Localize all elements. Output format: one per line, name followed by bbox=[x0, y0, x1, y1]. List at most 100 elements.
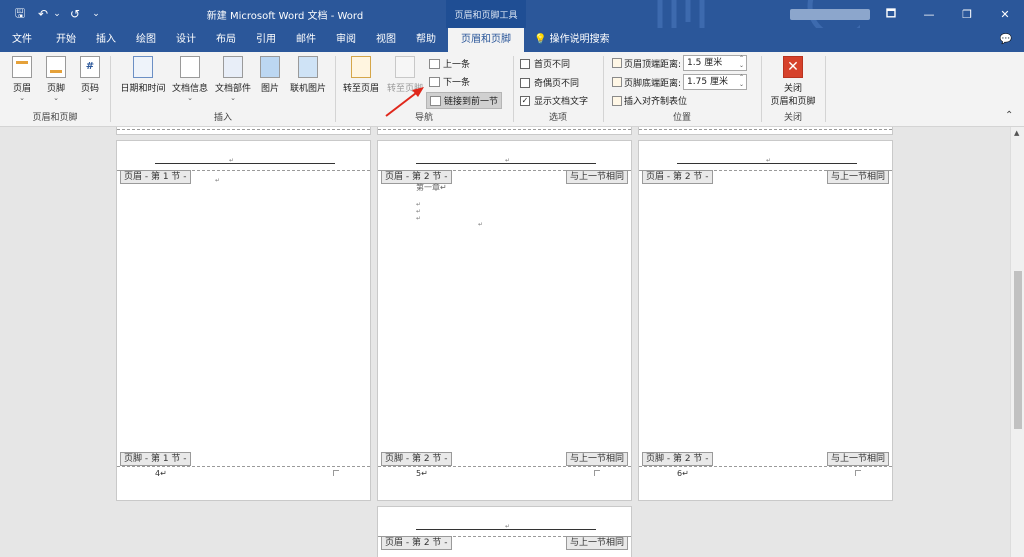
ribbon-display-options-icon[interactable]: 🗖 bbox=[872, 0, 910, 28]
comments-icon[interactable]: 💬 bbox=[994, 28, 1018, 52]
document-info-label: 文档信息 bbox=[171, 84, 208, 94]
different-first-page-checkbox[interactable]: 首页不同 bbox=[520, 57, 570, 70]
link-to-previous-button[interactable]: 链接到前一节 bbox=[426, 92, 503, 109]
vertical-scrollbar[interactable]: ▲ bbox=[1010, 127, 1024, 557]
header-label: 页眉 bbox=[12, 84, 31, 94]
group-title-options: 选项 bbox=[548, 113, 567, 123]
footer-page-number[interactable]: 5↵ bbox=[416, 469, 428, 478]
save-icon[interactable]: 🖫 bbox=[10, 0, 30, 28]
context-tab-group-label: 页眉和页脚工具 bbox=[446, 0, 526, 28]
tab-review[interactable]: 审阅 bbox=[328, 28, 364, 52]
tab-file[interactable]: 文件 bbox=[4, 28, 40, 52]
chevron-down-icon: ⌄ bbox=[230, 94, 236, 102]
footer-page-number[interactable]: 6↵ bbox=[677, 469, 689, 478]
page-prev-tail-3 bbox=[638, 127, 893, 135]
date-time-label: 日期和时间 bbox=[120, 84, 166, 94]
chevron-down-icon: ⌄ bbox=[53, 94, 59, 102]
margin-corner bbox=[594, 470, 600, 476]
undo-icon[interactable]: ↶ bbox=[34, 0, 52, 28]
tab-design[interactable]: 设计 bbox=[168, 28, 204, 52]
margin-corner bbox=[855, 470, 861, 476]
quick-parts-button[interactable]: 文档部件 ⌄ bbox=[212, 56, 254, 102]
document-info-icon bbox=[180, 56, 200, 78]
tell-me-label: 操作说明搜索 bbox=[549, 34, 610, 45]
chevron-down-icon: ⌄ bbox=[19, 94, 25, 102]
footer-section-tag: 页脚 - 第 2 节 - bbox=[381, 452, 452, 466]
goto-header-button[interactable]: 转至页眉 bbox=[340, 56, 382, 94]
footer-section-tag: 页脚 - 第 2 节 - bbox=[642, 452, 713, 466]
insert-alignment-tab-button[interactable]: 插入对齐制表位 bbox=[612, 94, 687, 107]
page-3: ↵ 页眉 - 第 2 节 - 与上一节相同 页脚 - 第 2 节 - 与上一节相… bbox=[638, 140, 893, 501]
page-1: ↵ 页眉 - 第 1 节 - ↵ 页脚 - 第 1 节 - 4↵ bbox=[116, 140, 371, 501]
tab-mailings[interactable]: 邮件 bbox=[288, 28, 324, 52]
tab-layout[interactable]: 布局 bbox=[208, 28, 244, 52]
page-number-button[interactable]: # 页码 ⌄ bbox=[76, 56, 104, 102]
alignment-tab-icon bbox=[612, 95, 622, 106]
same-as-previous-footer-tag: 与上一节相同 bbox=[826, 452, 889, 466]
footer-bottom-spinner[interactable]: 1.75 厘米 bbox=[683, 74, 748, 90]
different-odd-even-checkbox[interactable]: 奇偶页不同 bbox=[520, 76, 579, 89]
scroll-thumb[interactable] bbox=[1014, 271, 1022, 429]
tab-references[interactable]: 引用 bbox=[248, 28, 284, 52]
tab-insert[interactable]: 插入 bbox=[88, 28, 124, 52]
annotation-arrow-icon bbox=[385, 87, 424, 117]
footer-button[interactable]: 页脚 ⌄ bbox=[42, 56, 70, 102]
close-icon: ✕ bbox=[783, 56, 803, 78]
paragraph-mark: ↵ bbox=[416, 215, 422, 222]
show-document-text-label: 显示文档文字 bbox=[534, 97, 589, 107]
online-picture-button[interactable]: 联机图片 bbox=[286, 56, 330, 94]
ribbon-tabs: 文件 开始 插入 绘图 设计 布局 引用 邮件 审阅 视图 帮助 页眉和页脚 💡… bbox=[0, 28, 1024, 52]
margin-corner bbox=[333, 470, 339, 476]
online-picture-label: 联机图片 bbox=[289, 84, 326, 94]
tell-me-search[interactable]: 💡 操作说明搜索 bbox=[534, 28, 624, 52]
scroll-up-icon[interactable]: ▲ bbox=[1014, 129, 1019, 137]
restore-button[interactable]: ❐ bbox=[948, 0, 986, 28]
tab-help[interactable]: 帮助 bbox=[408, 28, 444, 52]
customize-qat-icon[interactable]: ⌄ bbox=[90, 0, 102, 28]
collapse-ribbon-icon[interactable]: ⌃ bbox=[1005, 110, 1013, 121]
close-header-footer-button[interactable]: ✕ 关闭 页眉和页脚 bbox=[766, 56, 820, 107]
calendar-icon bbox=[133, 56, 153, 78]
footer-boundary[interactable] bbox=[117, 466, 370, 467]
quick-parts-icon bbox=[223, 56, 243, 78]
picture-label: 图片 bbox=[260, 84, 279, 94]
header-button[interactable]: 页眉 ⌄ bbox=[8, 56, 36, 102]
page-number-label: 页码 bbox=[80, 84, 99, 94]
previous-button[interactable]: 上一条 bbox=[429, 57, 470, 70]
header-top-spinner[interactable]: 1.5 厘米 bbox=[683, 55, 748, 71]
footer-boundary[interactable] bbox=[378, 466, 631, 467]
header-top-distance: 页眉顶端距离: 1.5 厘米 bbox=[612, 55, 748, 71]
page-2: ↵ 页眉 - 第 2 节 - 与上一节相同 第一章↵ ↵ ↵ ↵ ↵ 页脚 - … bbox=[377, 140, 632, 501]
show-document-text-checkbox[interactable]: ✓ 显示文档文字 bbox=[520, 94, 588, 107]
header-icon bbox=[12, 56, 32, 78]
paragraph-mark: ↵ bbox=[416, 201, 422, 208]
header-section-tag: 页眉 - 第 2 节 - bbox=[381, 170, 452, 184]
header-rule bbox=[677, 163, 857, 164]
link-to-previous-label: 链接到前一节 bbox=[444, 97, 499, 107]
header-rule bbox=[155, 163, 335, 164]
minimize-button[interactable]: — bbox=[910, 0, 948, 28]
checkmark-icon: ✓ bbox=[520, 95, 530, 106]
same-as-previous-header-tag: 与上一节相同 bbox=[826, 170, 889, 184]
footer-label: 页脚 bbox=[46, 84, 65, 94]
date-time-button[interactable]: 日期和时间 bbox=[116, 56, 170, 94]
footer-position-icon bbox=[612, 77, 622, 87]
redo-icon[interactable]: ↺ bbox=[66, 0, 84, 28]
header-section-tag: 页眉 - 第 2 节 - bbox=[642, 170, 713, 184]
document-info-button[interactable]: 文档信息 ⌄ bbox=[170, 56, 210, 102]
picture-button[interactable]: 图片 bbox=[256, 56, 284, 94]
goto-header-icon bbox=[351, 56, 371, 78]
undo-dropdown-icon[interactable]: ⌄ bbox=[52, 0, 62, 28]
tab-header-footer[interactable]: 页眉和页脚 bbox=[448, 28, 524, 52]
title-bar: 🖫 ↶ ⌄ ↺ ⌄ 新建 Microsoft Word 文档 - Word 页眉… bbox=[0, 0, 1024, 28]
next-button[interactable]: 下一条 bbox=[429, 75, 470, 88]
account-name[interactable] bbox=[790, 9, 870, 20]
tab-draw[interactable]: 绘图 bbox=[128, 28, 164, 52]
footer-boundary[interactable] bbox=[639, 466, 892, 467]
tab-view[interactable]: 视图 bbox=[368, 28, 404, 52]
footer-page-number[interactable]: 4↵ bbox=[155, 469, 167, 478]
page-prev-tail-2 bbox=[377, 127, 632, 135]
tab-home[interactable]: 开始 bbox=[48, 28, 84, 52]
close-window-button[interactable]: ✕ bbox=[986, 0, 1024, 28]
header-top-label: 页眉顶端距离: bbox=[624, 59, 682, 70]
